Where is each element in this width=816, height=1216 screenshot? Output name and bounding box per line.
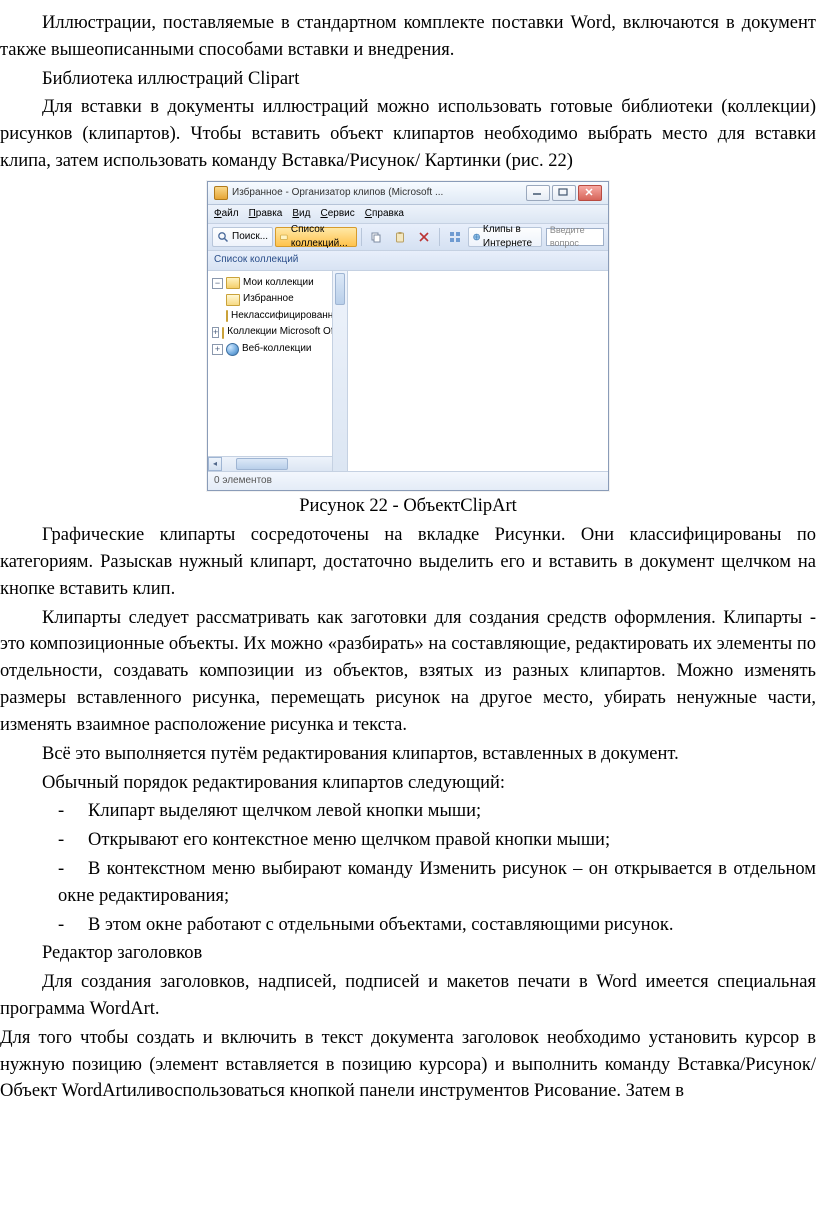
tree-node-favorites[interactable]: Избранное: [210, 291, 345, 308]
menu-service[interactable]: Сервис: [320, 207, 354, 222]
window-titlebar: Избранное - Организатор клипов (Microsof…: [208, 182, 608, 205]
list-item: -Открывают его контекстное меню щелчком …: [0, 827, 816, 854]
tree-label: Веб-коллекции: [242, 342, 312, 357]
grid-icon: [449, 231, 461, 243]
close-button[interactable]: [578, 185, 602, 201]
vertical-scrollbar[interactable]: [332, 271, 347, 471]
copy-button[interactable]: [365, 227, 387, 247]
list-item-text: В этом окне работают с отдельными объект…: [88, 915, 674, 935]
tree-node-msoffice[interactable]: + Коллекции Microsoft Office: [210, 324, 345, 341]
tree-label: Избранное: [243, 292, 294, 307]
minimize-button[interactable]: [526, 185, 550, 201]
view-button[interactable]: [444, 227, 466, 247]
clips-online-button[interactable]: Клипы в Интернете: [468, 227, 542, 247]
collections-button[interactable]: Список коллекций...: [275, 227, 357, 247]
collection-tree[interactable]: − Мои коллекции Избранное Неклассифициро…: [208, 271, 348, 471]
list-item-text: В контекстном меню выбирают команду Изме…: [58, 859, 816, 906]
globe-icon: [226, 343, 239, 356]
breadcrumb: Список коллекций: [208, 251, 608, 271]
tree-label: Неклассифицированные к: [231, 309, 348, 324]
list-item-text: Клипарт выделяют щелчком левой кнопки мы…: [88, 801, 481, 821]
folder-icon: [280, 231, 288, 243]
tree-node-my-collections[interactable]: − Мои коллекции: [210, 275, 345, 292]
menu-help[interactable]: Справка: [365, 207, 404, 222]
scroll-left-icon[interactable]: ◂: [208, 457, 222, 471]
paragraph: Библиотека иллюстраций Clipart: [0, 66, 816, 93]
scroll-thumb[interactable]: [236, 458, 288, 470]
folder-icon: [226, 277, 240, 289]
horizontal-scrollbar[interactable]: ◂: [208, 456, 333, 471]
folder-icon: [226, 310, 228, 322]
search-label: Поиск...: [232, 230, 268, 245]
figure-caption: Рисунок 22 - ОбъектClipArt: [0, 493, 816, 520]
clips-online-label: Клипы в Интернете: [483, 223, 537, 252]
paragraph: Всё это выполняется путём редактирования…: [0, 741, 816, 768]
paragraph: Для вставки в документы иллюстраций можн…: [0, 94, 816, 174]
folder-icon: [226, 294, 240, 306]
paragraph: Редактор заголовков: [0, 940, 816, 967]
folder-icon: [222, 327, 224, 339]
delete-button[interactable]: [413, 227, 435, 247]
maximize-button[interactable]: [552, 185, 576, 201]
paste-button[interactable]: [389, 227, 411, 247]
globe-icon: [473, 231, 480, 243]
list-item: -В этом окне работают с отдельными объек…: [0, 912, 816, 939]
search-icon: [217, 231, 229, 243]
clipart-organizer-window: Избранное - Организатор клипов (Microsof…: [207, 181, 609, 492]
statusbar: 0 элементов: [208, 471, 608, 491]
search-button[interactable]: Поиск...: [212, 227, 273, 247]
expand-icon[interactable]: +: [212, 344, 223, 355]
paste-icon: [394, 231, 406, 243]
tree-node-unclassified[interactable]: Неклассифицированные к: [210, 308, 345, 325]
paragraph: Для создания заголовков, надписей, подпи…: [0, 969, 816, 1023]
collections-label: Список коллекций...: [291, 223, 352, 252]
menubar: Файл Правка Вид Сервис Справка: [208, 205, 608, 225]
list-item-text: Открывают его контекстное меню щелчком п…: [88, 830, 610, 850]
content-pane: [348, 271, 608, 471]
scroll-thumb[interactable]: [335, 273, 345, 305]
toolbar: Поиск... Список коллекций... Клипы в Инт…: [208, 224, 608, 251]
list-item: -Клипарт выделяют щелчком левой кнопки м…: [0, 798, 816, 825]
copy-icon: [370, 231, 382, 243]
app-icon: [214, 186, 228, 200]
delete-icon: [418, 231, 430, 243]
menu-view[interactable]: Вид: [292, 207, 310, 222]
toolbar-separator: [361, 228, 362, 246]
paragraph: Клипарты следует рассматривать как загот…: [0, 605, 816, 739]
help-search-input[interactable]: Введите вопрос: [546, 228, 604, 246]
window-body: − Мои коллекции Избранное Неклассифициро…: [208, 271, 608, 471]
list-item: -В контекстном меню выбирают команду Изм…: [0, 856, 816, 910]
paragraph: Иллюстрации, поставляемые в стандартном …: [0, 10, 816, 64]
window-title: Избранное - Организатор клипов (Microsof…: [232, 186, 522, 201]
tree-label: Мои коллекции: [243, 276, 314, 291]
tree-label: Коллекции Microsoft Office: [227, 325, 348, 340]
paragraph: Для того чтобы создать и включить в текс…: [0, 1025, 816, 1105]
toolbar-separator: [439, 228, 440, 246]
paragraph: Обычный порядок редактирования клипартов…: [0, 770, 816, 797]
expand-icon[interactable]: +: [212, 327, 219, 338]
collapse-icon[interactable]: −: [212, 278, 223, 289]
tree-node-web[interactable]: + Веб-коллекции: [210, 341, 345, 358]
menu-file[interactable]: Файл: [214, 207, 239, 222]
menu-edit[interactable]: Правка: [249, 207, 283, 222]
paragraph: Графические клипарты сосредоточены на вк…: [0, 522, 816, 602]
